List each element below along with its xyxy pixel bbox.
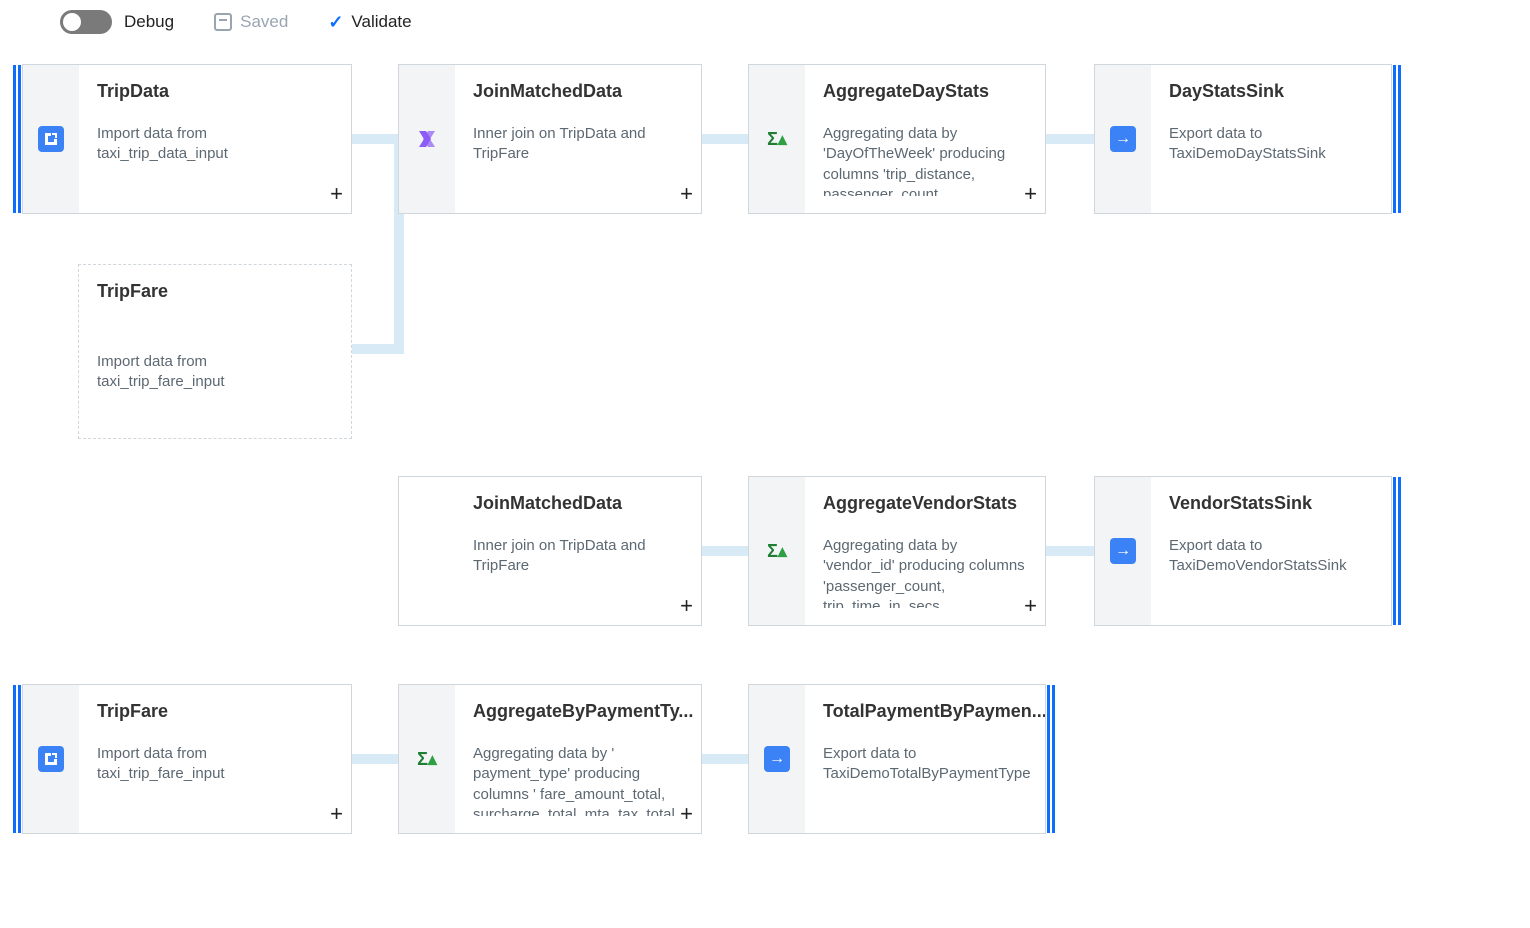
node-vendorstatssink[interactable]: → VendorStatsSink Export data to TaxiDem… (1094, 476, 1392, 626)
connector (350, 754, 404, 764)
node-aggregatebypaymenttype[interactable]: Σ▴ AggregateByPaymentTy... Aggregating d… (398, 684, 702, 834)
node-icon-slab: → (749, 685, 805, 833)
add-button[interactable]: + (330, 801, 343, 827)
node-desc: Aggregating data by 'vendor_id' producin… (823, 536, 1031, 608)
node-desc: Import data from taxi_trip_data_input (97, 124, 337, 165)
sink-icon: → (1110, 538, 1136, 564)
node-desc: Export data to TaxiDemoDayStatsSink (1169, 124, 1377, 165)
node-title: TripData (97, 81, 337, 102)
add-button[interactable]: + (1024, 593, 1037, 619)
node-icon-slab: → (1095, 65, 1151, 213)
sink-icon: → (764, 746, 790, 772)
add-button[interactable]: + (680, 593, 693, 619)
add-button[interactable]: + (680, 801, 693, 827)
node-desc: Aggregating data by 'DayOfTheWeek' produ… (823, 124, 1031, 196)
aggregate-icon: Σ▴ (414, 746, 440, 772)
validate-button[interactable]: ✓ Validate (328, 12, 411, 33)
connector (700, 754, 754, 764)
toolbar: Debug Saved ✓ Validate (0, 0, 1530, 44)
node-title: DayStatsSink (1169, 81, 1377, 102)
connector (1044, 134, 1100, 144)
sink-icon: → (1110, 126, 1136, 152)
node-desc: Inner join on TripData and TripFare (473, 124, 687, 165)
node-desc: Aggregating data by ' payment_type' prod… (473, 744, 687, 816)
toggle-switch-icon[interactable] (60, 10, 112, 34)
node-daystatssink[interactable]: → DayStatsSink Export data to TaxiDemoDa… (1094, 64, 1392, 214)
aggregate-icon: Σ▴ (764, 538, 790, 564)
dataflow-canvas[interactable]: TripData Import data from taxi_trip_data… (0, 44, 1530, 928)
node-aggregatevendorstats[interactable]: Σ▴ AggregateVendorStats Aggregating data… (748, 476, 1046, 626)
add-button[interactable]: + (680, 181, 693, 207)
node-icon-slab: Σ▴ (399, 685, 455, 833)
node-title: TripFare (97, 701, 337, 722)
validate-label: Validate (351, 12, 411, 32)
connector (700, 546, 754, 556)
node-title: VendorStatsSink (1169, 493, 1377, 514)
node-tripdata[interactable]: TripData Import data from taxi_trip_data… (22, 64, 352, 214)
source-icon (38, 126, 64, 152)
aggregate-icon: Σ▴ (764, 126, 790, 152)
connector (350, 344, 404, 354)
connector (350, 134, 404, 144)
connector (1044, 546, 1100, 556)
node-icon-slab (23, 65, 79, 213)
node-title: JoinMatchedData (473, 81, 687, 102)
node-joinmatcheddata-1[interactable]: JoinMatchedData Inner join on TripData a… (398, 64, 702, 214)
saved-indicator: Saved (214, 12, 288, 32)
node-title: AggregateVendorStats (823, 493, 1031, 514)
node-title: TripFare (97, 281, 337, 302)
node-desc: Export data to TaxiDemoTotalByPaymentTyp… (823, 744, 1031, 785)
check-icon: ✓ (328, 12, 343, 33)
save-icon (214, 13, 232, 31)
node-aggregatedaystats[interactable]: Σ▴ AggregateDayStats Aggregating data by… (748, 64, 1046, 214)
node-desc: Export data to TaxiDemoVendorStatsSink (1169, 536, 1377, 577)
node-desc: Import data from taxi_trip_fare_input (97, 744, 337, 785)
node-title: AggregateDayStats (823, 81, 1031, 102)
node-icon-slab: → (1095, 477, 1151, 625)
node-joinmatcheddata-2[interactable]: JoinMatchedData Inner join on TripData a… (398, 476, 702, 626)
add-button[interactable]: + (1024, 181, 1037, 207)
node-desc: Import data from taxi_trip_fare_input (97, 352, 337, 393)
node-title: JoinMatchedData (473, 493, 687, 514)
add-button[interactable]: + (330, 181, 343, 207)
node-title: AggregateByPaymentTy... (473, 701, 687, 722)
node-title: TotalPaymentByPaymen... (823, 701, 1031, 722)
node-icon-slab (23, 685, 79, 833)
node-desc: Inner join on TripData and TripFare (473, 536, 687, 577)
node-icon-slab: Σ▴ (749, 65, 805, 213)
debug-label: Debug (124, 12, 174, 32)
saved-label: Saved (240, 12, 288, 32)
connector (700, 134, 754, 144)
node-icon-slab (399, 477, 455, 625)
node-tripfare[interactable]: TripFare Import data from taxi_trip_fare… (22, 684, 352, 834)
debug-toggle[interactable]: Debug (60, 10, 174, 34)
node-icon-slab (399, 65, 455, 213)
node-totalpaymentbypaymenttype[interactable]: → TotalPaymentByPaymen... Export data to… (748, 684, 1046, 834)
join-icon (414, 126, 440, 152)
source-icon (38, 746, 64, 772)
node-tripfare-reference[interactable]: TripFare Import data from taxi_trip_fare… (78, 264, 352, 439)
node-icon-slab: Σ▴ (749, 477, 805, 625)
